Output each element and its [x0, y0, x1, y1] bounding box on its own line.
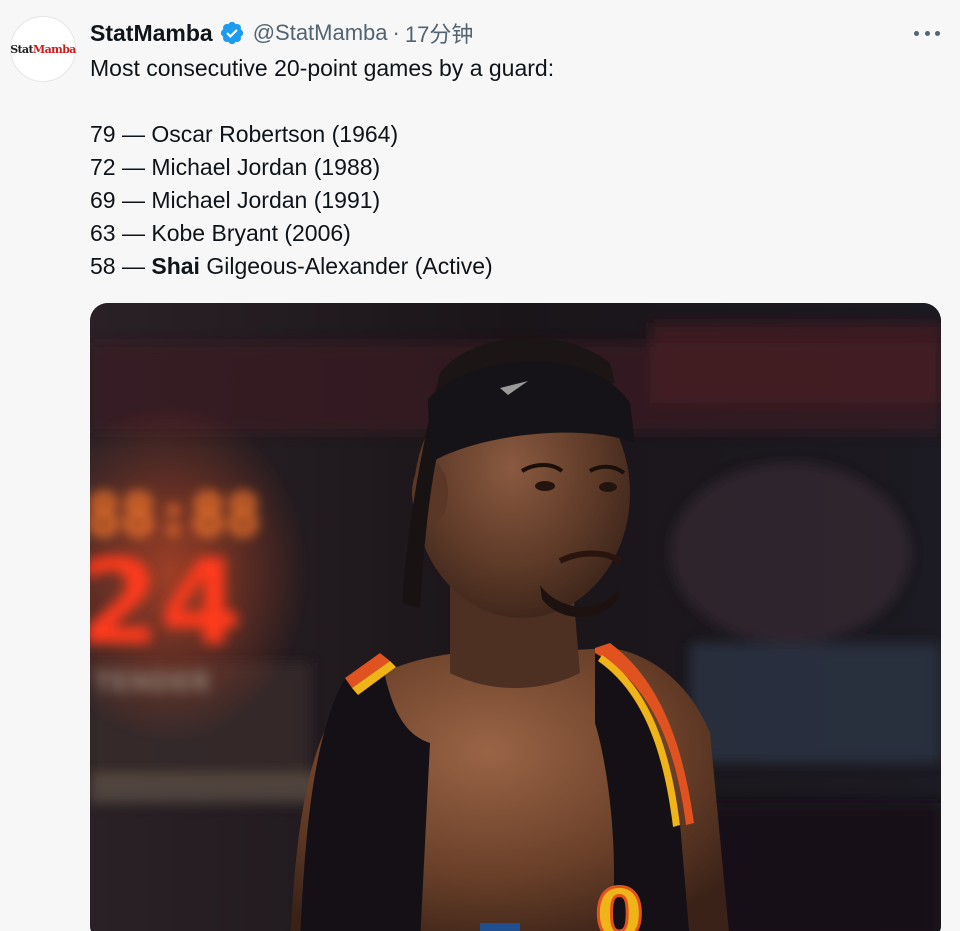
- list-item: 79 — Oscar Robertson (1964): [90, 118, 930, 151]
- entry-name: Michael Jordan (1991): [151, 187, 381, 213]
- list-item: 72 — Michael Jordan (1988): [90, 151, 930, 184]
- meta-separator: ·: [392, 20, 400, 45]
- entry-count: 72: [90, 154, 116, 180]
- entry-count: 79: [90, 121, 116, 147]
- entry-dash: —: [115, 121, 152, 147]
- entry-count: 58: [90, 253, 116, 279]
- tweet-photo[interactable]: 88:88 24 TENDER 0: [90, 303, 941, 931]
- entry-dash: —: [115, 154, 152, 180]
- more-dot: [935, 30, 940, 36]
- list-item: 58 — Shai Gilgeous-Alexander (Active): [90, 250, 930, 283]
- more-options-icon[interactable]: [914, 22, 940, 44]
- entry-name-bold: Shai: [151, 253, 200, 279]
- verified-badge-icon: [219, 20, 245, 46]
- author-display-name[interactable]: StatMamba: [90, 20, 213, 47]
- tweet-timestamp[interactable]: 17分钟: [405, 17, 473, 49]
- list-item: 63 — Kobe Bryant (2006): [90, 217, 930, 250]
- scoreboard-sponsor: TENDER: [94, 668, 211, 698]
- entry-name: Oscar Robertson (1964): [151, 121, 399, 147]
- entry-count: 69: [90, 187, 116, 213]
- tweet-header: StatMamba @StatMamba · 17分钟: [90, 18, 473, 48]
- entry-dash: —: [115, 253, 152, 279]
- avatar-text-mamba: Mamba: [33, 42, 76, 56]
- jersey-number: 0: [595, 874, 644, 931]
- entry-name: Michael Jordan (1988): [151, 154, 381, 180]
- scoreboard: 88:88 24 TENDER: [90, 481, 261, 698]
- list-item: 69 — Michael Jordan (1991): [90, 184, 930, 217]
- avatar-text-stat: Stat: [10, 42, 34, 56]
- entry-dash: —: [115, 187, 152, 213]
- tweet-intro: Most consecutive 20-point games by a gua…: [90, 55, 555, 81]
- entry-name-rest: Gilgeous-Alexander (Active): [199, 253, 493, 279]
- more-dot: [914, 30, 919, 36]
- entry-dash: —: [115, 220, 152, 246]
- photo-illustration: 88:88 24 TENDER 0: [90, 303, 941, 931]
- author-handle[interactable]: @StatMamba: [253, 20, 388, 46]
- entry-name: Kobe Bryant (2006): [151, 220, 351, 246]
- tweet-card: Stat Mamba StatMamba @StatMamba · 17分钟 Mo…: [0, 0, 960, 931]
- author-avatar[interactable]: Stat Mamba: [10, 16, 76, 82]
- tweet-text: Most consecutive 20-point games by a gua…: [90, 52, 930, 283]
- more-dot: [924, 30, 930, 36]
- entry-count: 63: [90, 220, 116, 246]
- scoreboard-main: 24: [90, 533, 242, 671]
